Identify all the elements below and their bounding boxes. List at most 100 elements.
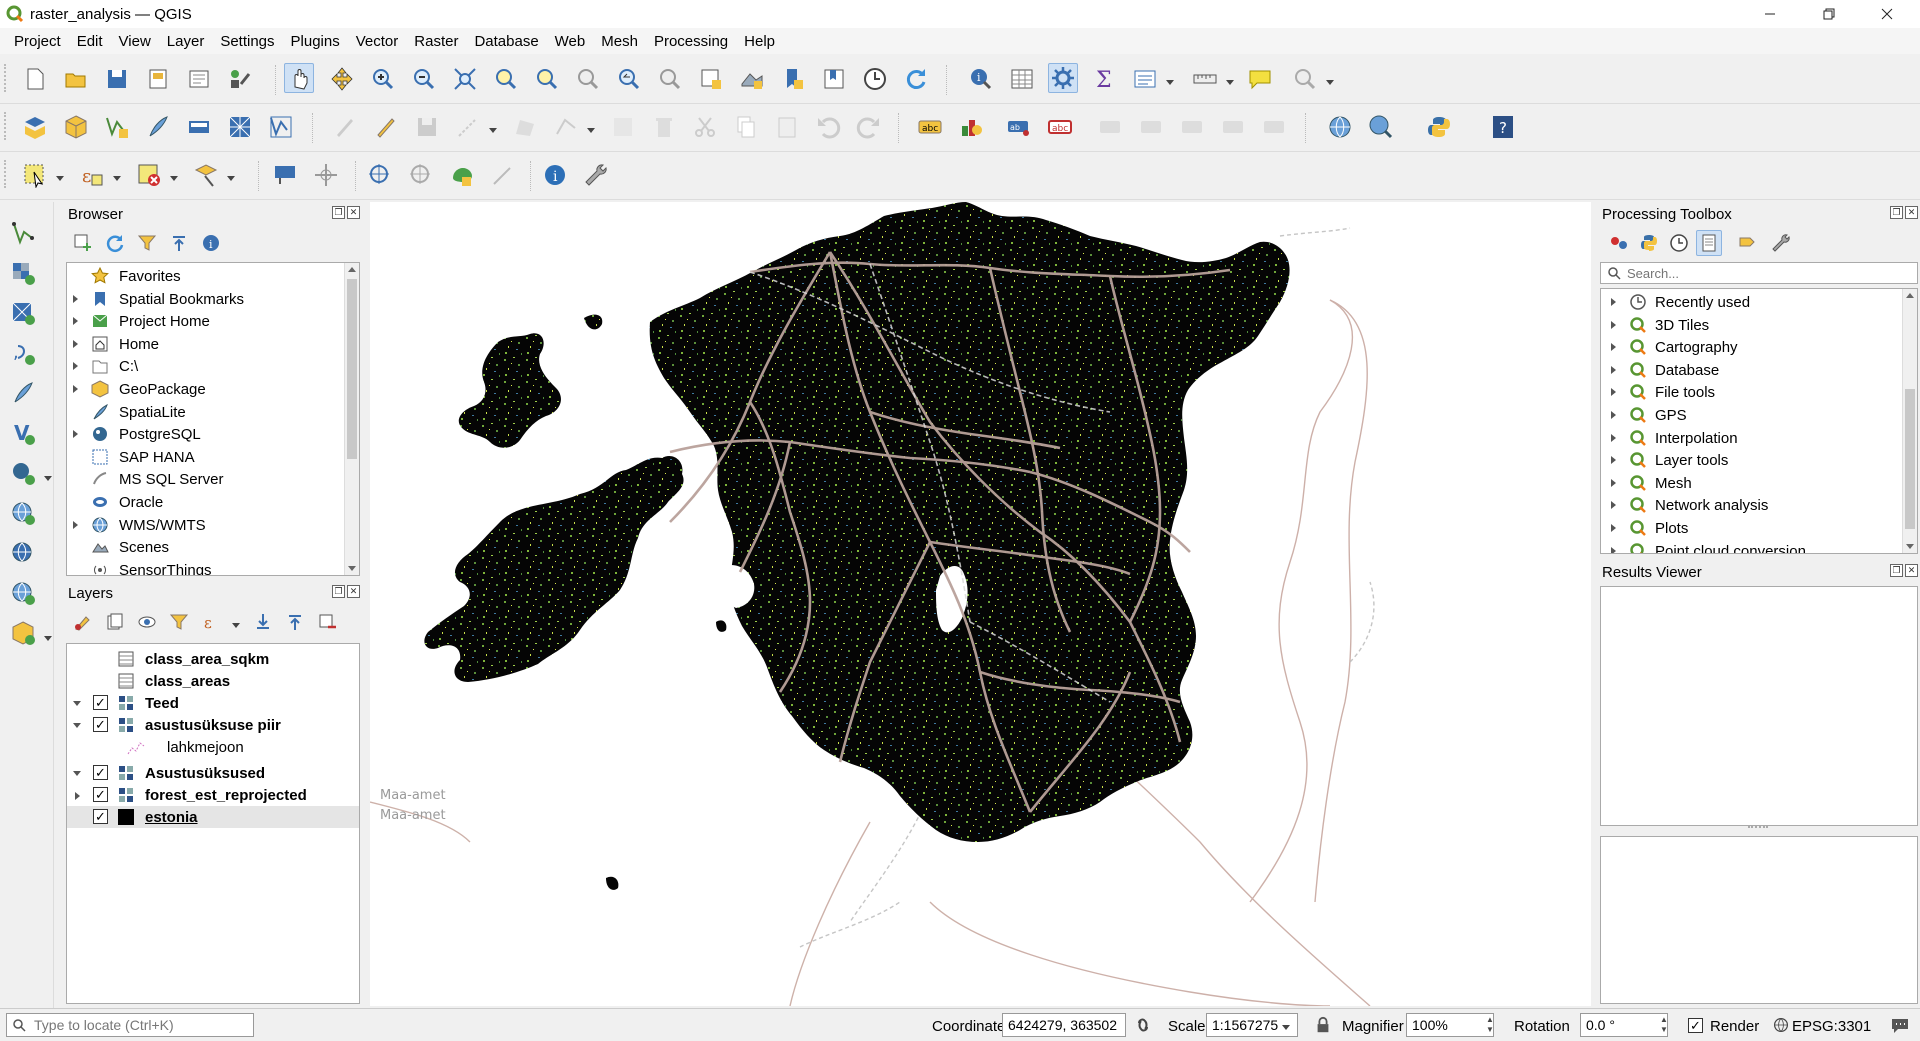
redo-icon[interactable] xyxy=(854,112,884,142)
zoom-in-icon[interactable] xyxy=(368,64,398,94)
layers-close-button[interactable]: ✕ xyxy=(347,585,360,598)
menu-plugins[interactable]: Plugins xyxy=(283,33,348,50)
change-label-icon[interactable] xyxy=(1218,112,1248,142)
toolbox-scroll-thumb[interactable] xyxy=(1905,389,1915,529)
menu-mesh[interactable]: Mesh xyxy=(593,33,646,50)
toolbox-search-input[interactable] xyxy=(1627,264,1907,282)
toolbox-item[interactable]: Plots xyxy=(1601,517,1901,539)
layer-visibility-checkbox[interactable]: ✓ xyxy=(93,809,108,824)
metasearch-icon[interactable] xyxy=(1325,112,1355,142)
toolbox-item[interactable]: Database xyxy=(1601,359,1901,381)
layer-visibility-checkbox[interactable]: ✓ xyxy=(93,787,108,802)
restore-button[interactable] xyxy=(1806,0,1852,28)
layout-manager-icon[interactable] xyxy=(184,64,214,94)
new-virtual-layer-icon[interactable] xyxy=(184,112,214,142)
minimize-button[interactable] xyxy=(1747,0,1793,28)
toolbox-expand-arrow-icon[interactable] xyxy=(1609,478,1619,488)
pin-labels-icon[interactable]: ab xyxy=(1004,112,1034,142)
show-hide-labels-icon[interactable] xyxy=(1136,112,1166,142)
results-close-button[interactable]: ✕ xyxy=(1905,564,1918,577)
toolbox-expand-arrow-icon[interactable] xyxy=(1609,546,1619,553)
style-manager-icon[interactable] xyxy=(225,64,255,94)
menu-layer[interactable]: Layer xyxy=(159,33,213,50)
expand-arrow-icon[interactable] xyxy=(71,429,81,439)
toolbox-item[interactable]: File tools xyxy=(1601,381,1901,403)
collapse-layers-icon[interactable] xyxy=(282,609,308,635)
browser-float-button[interactable]: ❐ xyxy=(332,206,345,219)
zoom-next-icon[interactable] xyxy=(655,64,685,94)
help-contents-icon[interactable]: ? xyxy=(1488,112,1518,142)
new-geopackage-icon[interactable] xyxy=(61,112,91,142)
locate-search-field[interactable]: Type to locate (Ctrl+K) xyxy=(6,1013,254,1037)
browser-filter-icon[interactable] xyxy=(134,230,160,256)
layer-labeling-icon[interactable]: abc xyxy=(915,112,945,142)
new-shapefile-icon[interactable] xyxy=(102,112,132,142)
new-3d-view-icon[interactable] xyxy=(737,64,767,94)
open-project-icon[interactable] xyxy=(61,64,91,94)
layer-item[interactable]: ✓ estonia xyxy=(67,806,359,828)
expand-arrow-icon[interactable] xyxy=(71,361,81,371)
toolbox-item[interactable]: Recently used xyxy=(1601,291,1901,313)
measure-line-icon[interactable] xyxy=(1190,64,1220,94)
results-list[interactable] xyxy=(1600,586,1918,826)
cut-features-icon[interactable] xyxy=(690,112,720,142)
new-mesh-layer-icon[interactable] xyxy=(225,112,255,142)
edit-features-in-place-icon[interactable] xyxy=(1734,230,1760,256)
add-wfs-layer-icon[interactable] xyxy=(8,538,38,568)
toggle-editing-icon[interactable] xyxy=(371,112,401,142)
toolbox-close-button[interactable]: ✕ xyxy=(1905,206,1918,219)
browser-refresh-icon[interactable] xyxy=(102,230,128,256)
temporal-controller-icon[interactable] xyxy=(860,64,890,94)
layer-expand-arrow-icon[interactable] xyxy=(73,791,83,801)
models-icon[interactable] xyxy=(1606,230,1632,256)
menu-processing[interactable]: Processing xyxy=(646,33,736,50)
add-mesh-layer-icon[interactable] xyxy=(8,298,38,328)
toolbox-item[interactable]: Network analysis xyxy=(1601,494,1901,516)
results-viewer-icon[interactable] xyxy=(1696,230,1722,256)
pan-map-icon[interactable] xyxy=(284,63,314,93)
browser-scrollbar[interactable] xyxy=(344,263,359,575)
zoom-to-selection-icon[interactable] xyxy=(491,64,521,94)
menu-raster[interactable]: Raster xyxy=(406,33,466,50)
deselect-all-icon[interactable] xyxy=(134,160,164,190)
add-spatialite-layer-icon[interactable] xyxy=(8,378,38,408)
metasearch-search-icon[interactable] xyxy=(1366,112,1396,142)
toolbox-expand-arrow-icon[interactable] xyxy=(1609,500,1619,510)
layer-item[interactable]: ✓ forest_est_reprojected xyxy=(67,784,359,806)
history-icon[interactable] xyxy=(1666,230,1692,256)
scripts-icon[interactable] xyxy=(1636,230,1662,256)
menu-database[interactable]: Database xyxy=(466,33,546,50)
browser-item[interactable]: SensorThings xyxy=(67,559,343,575)
toolbox-item[interactable]: 3D Tiles xyxy=(1601,314,1901,336)
add-delimited-text-icon[interactable]: , xyxy=(8,338,38,368)
deselect-dropdown[interactable] xyxy=(170,174,178,182)
pan-to-selection-icon[interactable] xyxy=(327,64,357,94)
zoom-native-icon[interactable] xyxy=(573,64,603,94)
identify-features-icon[interactable]: i xyxy=(966,64,996,94)
toolbox-expand-arrow-icon[interactable] xyxy=(1609,297,1619,307)
settings-wrench-icon[interactable] xyxy=(581,160,611,190)
new-temporary-layer-icon[interactable] xyxy=(266,112,296,142)
results-splitter[interactable] xyxy=(1748,826,1768,834)
filter-expression-dropdown[interactable] xyxy=(232,621,240,629)
toggle-extents-icon[interactable] xyxy=(1130,1011,1156,1039)
add-virtual-layer-icon[interactable]: V xyxy=(8,418,38,448)
toolbox-float-button[interactable]: ❐ xyxy=(1890,206,1903,219)
expand-arrow-icon[interactable] xyxy=(71,316,81,326)
new-print-layout-icon[interactable] xyxy=(143,64,173,94)
add-postgis-layer-icon[interactable] xyxy=(8,458,38,488)
filter-by-expression-icon[interactable]: ε xyxy=(198,609,224,635)
browser-item[interactable]: Scenes xyxy=(67,536,343,558)
browser-item[interactable]: Project Home xyxy=(67,310,343,332)
undo-icon[interactable] xyxy=(813,112,843,142)
vertex-dropdown[interactable] xyxy=(587,126,595,134)
modify-attributes-icon[interactable] xyxy=(608,112,638,142)
menu-vector[interactable]: Vector xyxy=(348,33,407,50)
messages-icon[interactable] xyxy=(1886,1011,1914,1039)
estonia-map[interactable]: Maa-amet Maa-amet xyxy=(370,202,1591,1006)
info-icon[interactable]: i xyxy=(540,160,570,190)
new-spatialite-icon[interactable] xyxy=(143,112,173,142)
toolbox-item[interactable]: Layer tools xyxy=(1601,449,1901,471)
toolbox-expand-arrow-icon[interactable] xyxy=(1609,342,1619,352)
toolbox-item[interactable]: Mesh xyxy=(1601,472,1901,494)
